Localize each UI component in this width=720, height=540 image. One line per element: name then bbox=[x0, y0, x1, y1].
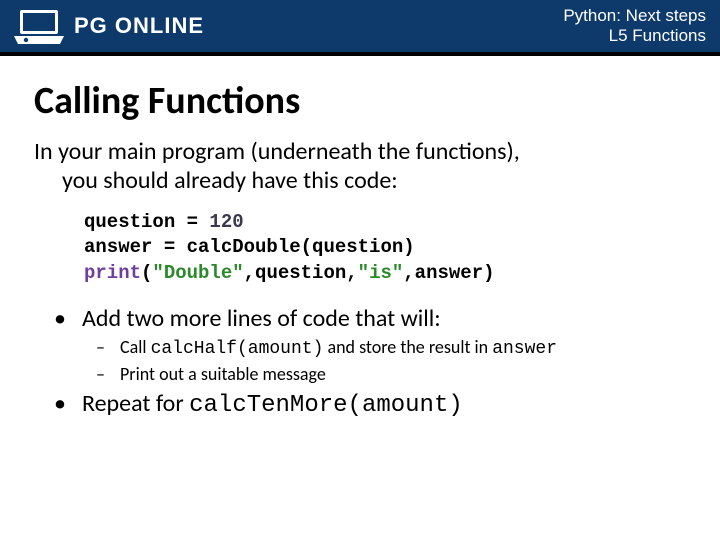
code-sample: question = 120 answer = calcDouble(quest… bbox=[84, 210, 686, 287]
sub1-b: and store the result in bbox=[323, 336, 492, 358]
lesson-name: L5 Functions bbox=[563, 26, 706, 46]
laptop-icon bbox=[12, 6, 66, 46]
intro-line1: In your main program (underneath the fun… bbox=[34, 137, 520, 166]
bullet-1: Add two more lines of code that will: Ca… bbox=[34, 305, 686, 386]
bullet-2-a: Repeat for bbox=[82, 389, 189, 418]
sub-bullet-1: Call calcHalf(amount) and store the resu… bbox=[82, 335, 686, 361]
code-l3-s2: "is" bbox=[358, 262, 404, 284]
brand-text: PG ONLINE bbox=[74, 13, 204, 39]
header-meta: Python: Next steps L5 Functions bbox=[563, 6, 706, 47]
sub1-code2: answer bbox=[492, 339, 557, 359]
code-l3-b: ,question, bbox=[244, 262, 358, 284]
code-l3-print: print bbox=[84, 262, 141, 284]
slide-header: PG ONLINE Python: Next steps L5 Function… bbox=[0, 0, 720, 56]
code-l3-s1: "Double" bbox=[152, 262, 243, 284]
code-l3-a: ( bbox=[141, 262, 152, 284]
brand-logo: PG ONLINE bbox=[12, 6, 204, 46]
intro-text: In your main program (underneath the fun… bbox=[34, 138, 686, 196]
slide-title: Calling Functions bbox=[34, 78, 686, 124]
code-l2: answer = calcDouble(question) bbox=[84, 236, 415, 258]
slide-content: Calling Functions In your main program (… bbox=[0, 56, 720, 421]
sub-list: Call calcHalf(amount) and store the resu… bbox=[82, 335, 686, 386]
course-name: Python: Next steps bbox=[563, 6, 706, 26]
bullet-list: Add two more lines of code that will: Ca… bbox=[34, 305, 686, 421]
intro-line2: you should already have this code: bbox=[34, 167, 686, 196]
bullet-2-code: calcTenMore(amount) bbox=[189, 392, 463, 419]
bullet-1-text: Add two more lines of code that will: bbox=[82, 304, 441, 333]
bullet-2: Repeat for calcTenMore(amount) bbox=[34, 390, 686, 421]
brand-online: ONLINE bbox=[108, 13, 204, 38]
sub-bullet-2: Print out a suitable message bbox=[82, 362, 686, 386]
brand-pg: PG bbox=[74, 13, 108, 38]
code-l1-a: question = bbox=[84, 211, 209, 233]
code-l3-c: ,answer) bbox=[403, 262, 494, 284]
code-l1-num: 120 bbox=[209, 211, 243, 233]
sub2-text: Print out a suitable message bbox=[120, 363, 326, 385]
sub1-code1: calcHalf(amount) bbox=[151, 339, 324, 359]
sub1-a: Call bbox=[120, 336, 151, 358]
